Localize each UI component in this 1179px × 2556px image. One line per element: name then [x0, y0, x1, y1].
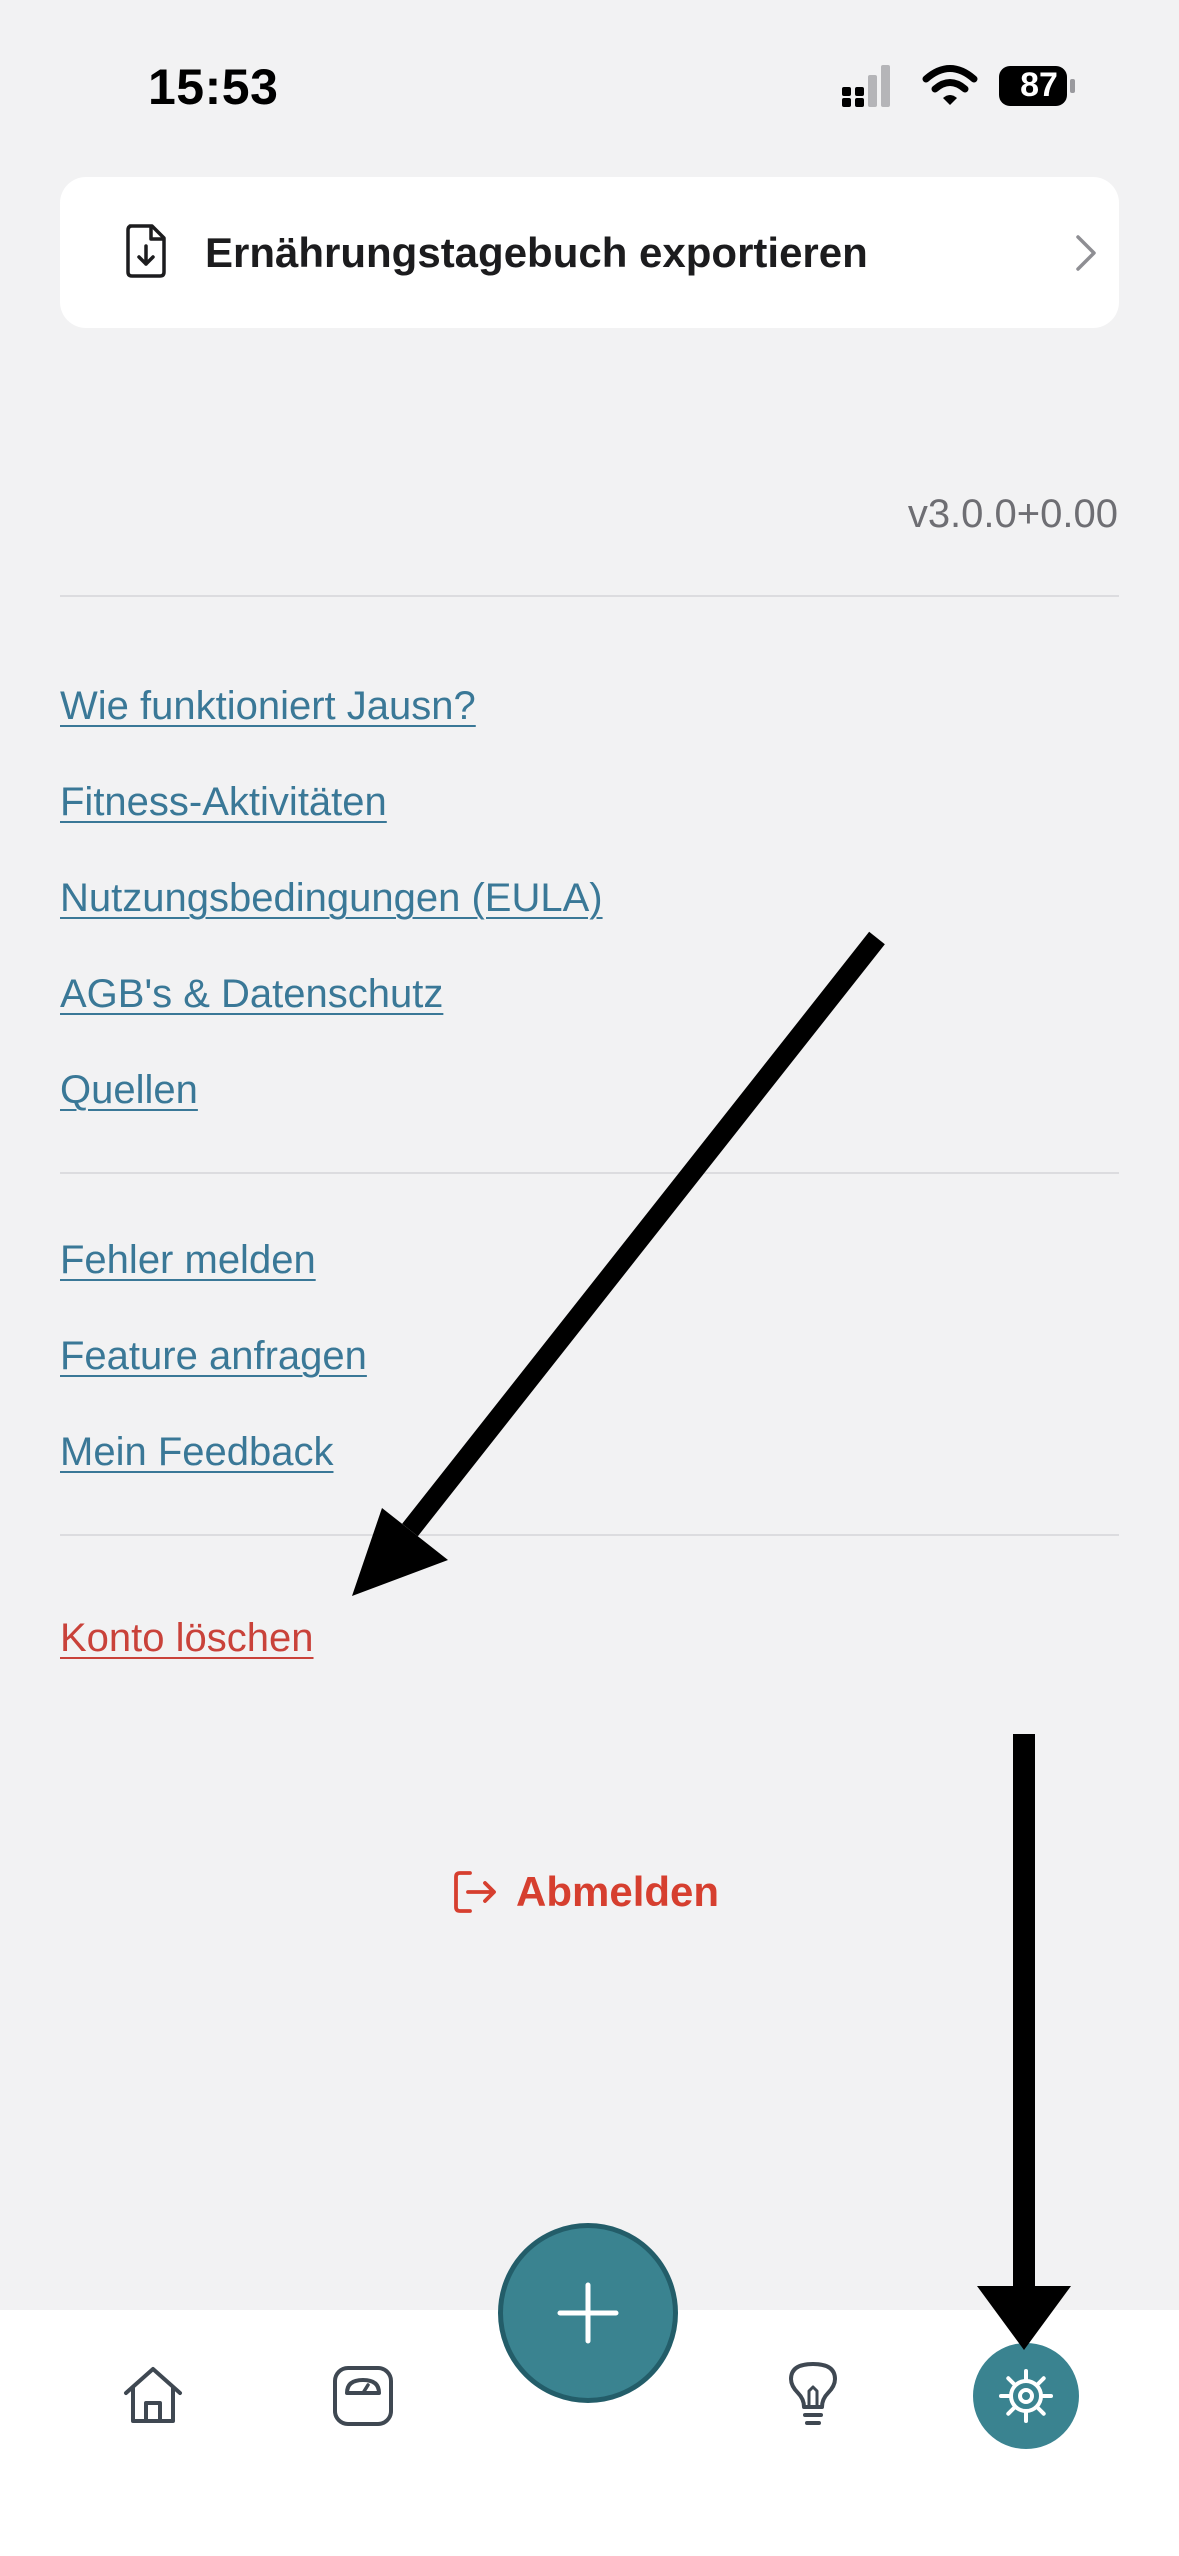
- divider: [60, 595, 1119, 597]
- status-icons: 87: [840, 62, 1090, 112]
- lightbulb-icon: [789, 2362, 837, 2425]
- document-download-icon: [126, 224, 166, 278]
- scale-icon: [333, 2366, 393, 2426]
- signal-icon: [842, 65, 890, 107]
- tab-scale[interactable]: [330, 2363, 396, 2434]
- logout-icon: [454, 1871, 496, 1913]
- link-fitness-activities[interactable]: Fitness-Aktivitäten: [60, 778, 387, 826]
- add-button[interactable]: [498, 2223, 678, 2403]
- link-how-it-works[interactable]: Wie funktioniert Jausn?: [60, 682, 476, 730]
- logout-button[interactable]: Abmelden: [452, 1862, 719, 1922]
- status-time: 15:53: [148, 59, 279, 115]
- battery-level: 87: [1020, 66, 1058, 104]
- gear-icon: [999, 2369, 1053, 2423]
- home-icon: [124, 2367, 182, 2423]
- divider: [60, 1534, 1119, 1536]
- link-my-feedback[interactable]: Mein Feedback: [60, 1428, 333, 1476]
- arrow-to-settings-tab: [977, 1734, 1071, 2350]
- app-version: v3.0.0+0.00: [907, 492, 1118, 536]
- link-sources[interactable]: Quellen: [60, 1066, 198, 1114]
- logout-label: Abmelden: [516, 1868, 720, 1915]
- export-diary-label: Ernährungstagebuch exportieren: [205, 229, 868, 276]
- divider: [60, 1172, 1119, 1174]
- link-report-bug[interactable]: Fehler melden: [60, 1236, 316, 1284]
- chevron-right-icon: [1076, 235, 1096, 271]
- tab-tips[interactable]: [787, 2361, 839, 2436]
- status-bar: 15:53 87: [0, 0, 1179, 175]
- link-request-feature[interactable]: Feature anfragen: [60, 1332, 367, 1380]
- tab-settings[interactable]: [973, 2343, 1079, 2449]
- tab-home[interactable]: [120, 2363, 186, 2434]
- export-diary-button[interactable]: Ernährungstagebuch exportieren: [60, 177, 1119, 328]
- arrow-to-delete-account: [352, 931, 885, 1596]
- add-icon: [557, 2282, 619, 2344]
- delete-account-link[interactable]: Konto löschen: [60, 1614, 314, 1662]
- link-privacy[interactable]: AGB's & Datenschutz: [60, 970, 443, 1018]
- link-terms-eula[interactable]: Nutzungsbedingungen (EULA): [60, 874, 603, 922]
- wifi-icon: [922, 65, 978, 105]
